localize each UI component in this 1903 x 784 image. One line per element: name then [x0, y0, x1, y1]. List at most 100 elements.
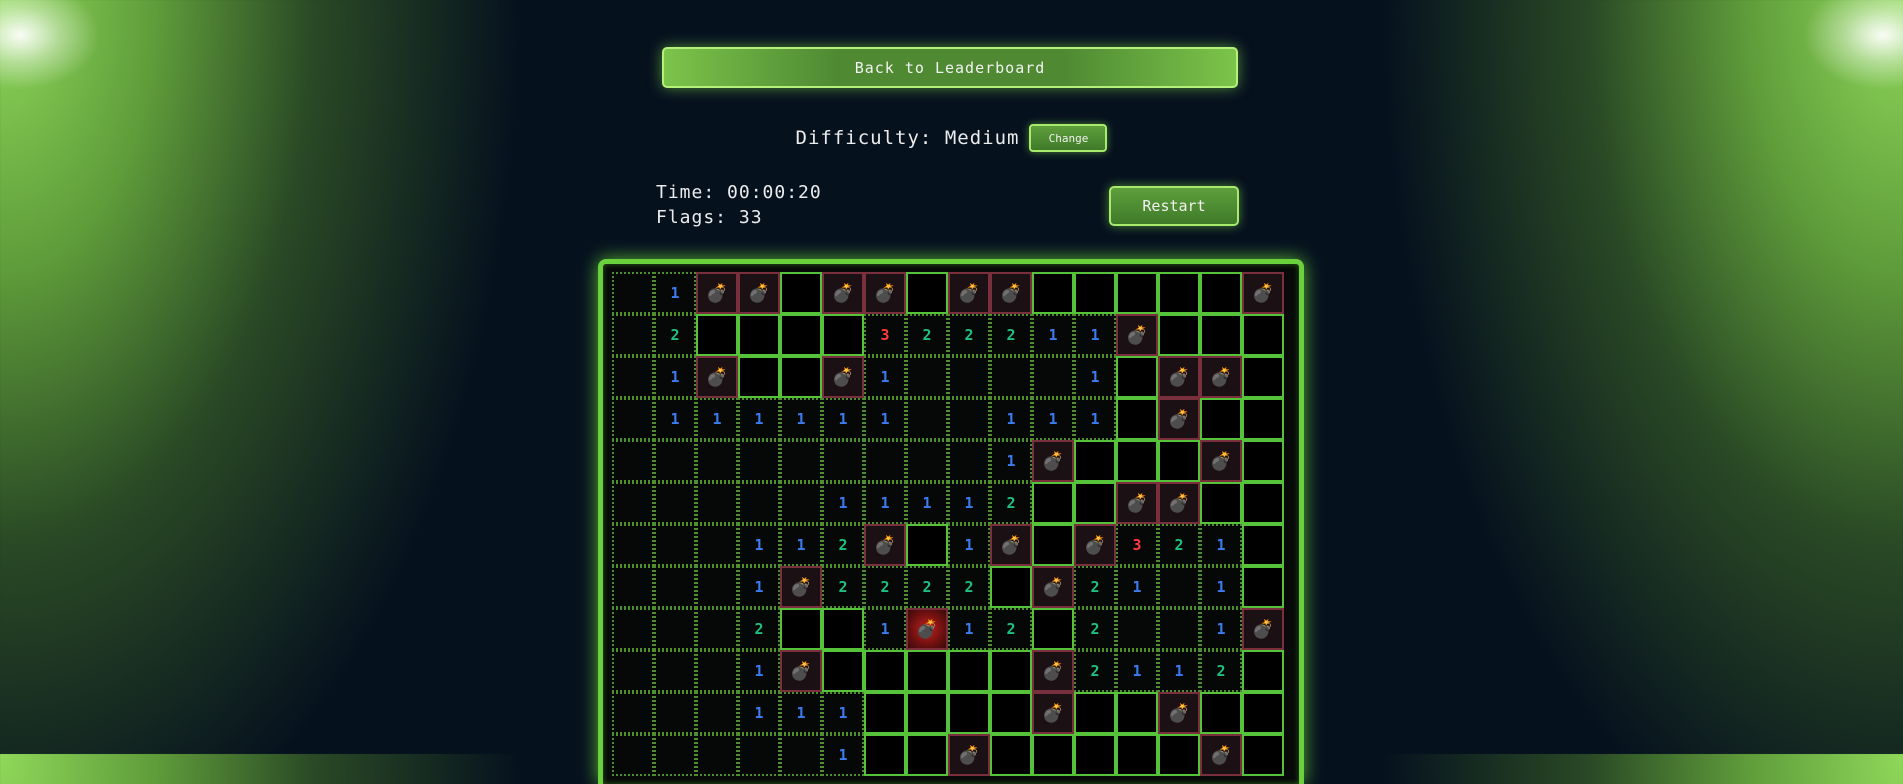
- cell-hidden[interactable]: [1242, 440, 1284, 482]
- cell-revealed[interactable]: [654, 566, 696, 608]
- cell-revealed[interactable]: [738, 440, 780, 482]
- cell-revealed[interactable]: [654, 734, 696, 776]
- cell-hidden[interactable]: [1242, 524, 1284, 566]
- cell-revealed[interactable]: [780, 734, 822, 776]
- cell-hidden[interactable]: [780, 314, 822, 356]
- cell-number[interactable]: 1: [1074, 398, 1116, 440]
- cell-hidden[interactable]: [1242, 650, 1284, 692]
- cell-number[interactable]: 2: [1200, 650, 1242, 692]
- cell-mine[interactable]: 💣: [1200, 356, 1242, 398]
- cell-mine[interactable]: 💣: [1032, 650, 1074, 692]
- cell-revealed[interactable]: [1158, 566, 1200, 608]
- cell-hidden[interactable]: [1242, 692, 1284, 734]
- cell-number[interactable]: 1: [738, 398, 780, 440]
- cell-revealed[interactable]: [1158, 608, 1200, 650]
- cell-number[interactable]: 1: [864, 482, 906, 524]
- cell-hidden[interactable]: [906, 734, 948, 776]
- cell-mine[interactable]: 💣: [822, 272, 864, 314]
- cell-number[interactable]: 1: [864, 356, 906, 398]
- cell-mine[interactable]: 💣: [1158, 692, 1200, 734]
- cell-revealed[interactable]: [990, 356, 1032, 398]
- cell-hidden[interactable]: [1242, 734, 1284, 776]
- cell-number[interactable]: 1: [738, 692, 780, 734]
- cell-hidden[interactable]: [906, 524, 948, 566]
- cell-revealed[interactable]: [612, 440, 654, 482]
- cell-mine[interactable]: 💣: [990, 524, 1032, 566]
- cell-number[interactable]: 2: [1074, 566, 1116, 608]
- cell-number[interactable]: 2: [738, 608, 780, 650]
- cell-mine[interactable]: 💣: [1242, 608, 1284, 650]
- cell-revealed[interactable]: [822, 440, 864, 482]
- cell-number[interactable]: 1: [864, 608, 906, 650]
- cell-hidden[interactable]: [696, 314, 738, 356]
- cell-number[interactable]: 1: [822, 734, 864, 776]
- cell-hidden[interactable]: [1200, 692, 1242, 734]
- cell-hidden[interactable]: [1200, 398, 1242, 440]
- cell-revealed[interactable]: [696, 440, 738, 482]
- cell-hidden[interactable]: [1116, 440, 1158, 482]
- cell-exploded-mine[interactable]: 💣: [906, 608, 948, 650]
- cell-revealed[interactable]: [612, 314, 654, 356]
- cell-hidden[interactable]: [948, 650, 990, 692]
- cell-mine[interactable]: 💣: [1158, 356, 1200, 398]
- cell-number[interactable]: 1: [696, 398, 738, 440]
- cell-number[interactable]: 1: [738, 566, 780, 608]
- cell-mine[interactable]: 💣: [1200, 734, 1242, 776]
- cell-number[interactable]: 2: [864, 566, 906, 608]
- cell-number[interactable]: 1: [948, 482, 990, 524]
- cell-mine[interactable]: 💣: [822, 356, 864, 398]
- cell-hidden[interactable]: [1200, 482, 1242, 524]
- cell-number[interactable]: 1: [738, 524, 780, 566]
- cell-number[interactable]: 2: [990, 608, 1032, 650]
- cell-hidden[interactable]: [1116, 692, 1158, 734]
- cell-revealed[interactable]: [654, 482, 696, 524]
- cell-mine[interactable]: 💣: [1032, 566, 1074, 608]
- cell-number[interactable]: 1: [738, 650, 780, 692]
- cell-number[interactable]: 1: [654, 356, 696, 398]
- cell-revealed[interactable]: [864, 440, 906, 482]
- cell-number[interactable]: 2: [1074, 608, 1116, 650]
- cell-revealed[interactable]: [906, 398, 948, 440]
- cell-hidden[interactable]: [906, 692, 948, 734]
- cell-hidden[interactable]: [738, 356, 780, 398]
- cell-hidden[interactable]: [1032, 734, 1074, 776]
- cell-revealed[interactable]: [612, 524, 654, 566]
- cell-hidden[interactable]: [1116, 272, 1158, 314]
- cell-revealed[interactable]: [906, 440, 948, 482]
- cell-revealed[interactable]: [612, 734, 654, 776]
- cell-hidden[interactable]: [906, 272, 948, 314]
- cell-number[interactable]: 2: [990, 482, 1032, 524]
- cell-mine[interactable]: 💣: [864, 272, 906, 314]
- cell-hidden[interactable]: [990, 734, 1032, 776]
- cell-revealed[interactable]: [696, 608, 738, 650]
- cell-number[interactable]: 2: [906, 314, 948, 356]
- cell-hidden[interactable]: [822, 608, 864, 650]
- restart-button[interactable]: Restart: [1109, 186, 1239, 226]
- cell-revealed[interactable]: [612, 566, 654, 608]
- cell-hidden[interactable]: [1242, 314, 1284, 356]
- cell-mine[interactable]: 💣: [780, 566, 822, 608]
- cell-hidden[interactable]: [864, 692, 906, 734]
- cell-mine[interactable]: 💣: [864, 524, 906, 566]
- cell-mine[interactable]: 💣: [948, 734, 990, 776]
- cell-number[interactable]: 1: [1200, 524, 1242, 566]
- cell-mine[interactable]: 💣: [1158, 398, 1200, 440]
- cell-hidden[interactable]: [1074, 734, 1116, 776]
- cell-hidden[interactable]: [1116, 734, 1158, 776]
- cell-number[interactable]: 1: [780, 524, 822, 566]
- cell-revealed[interactable]: [696, 692, 738, 734]
- cell-number[interactable]: 2: [822, 566, 864, 608]
- cell-revealed[interactable]: [612, 398, 654, 440]
- cell-number[interactable]: 1: [1032, 398, 1074, 440]
- cell-mine[interactable]: 💣: [1158, 482, 1200, 524]
- cell-hidden[interactable]: [1242, 482, 1284, 524]
- cell-number[interactable]: 1: [948, 524, 990, 566]
- cell-mine[interactable]: 💣: [990, 272, 1032, 314]
- cell-revealed[interactable]: [696, 734, 738, 776]
- cell-revealed[interactable]: [612, 356, 654, 398]
- cell-hidden[interactable]: [864, 650, 906, 692]
- cell-revealed[interactable]: [948, 398, 990, 440]
- cell-number[interactable]: 1: [1200, 566, 1242, 608]
- cell-hidden[interactable]: [1074, 692, 1116, 734]
- cell-mine[interactable]: 💣: [1200, 440, 1242, 482]
